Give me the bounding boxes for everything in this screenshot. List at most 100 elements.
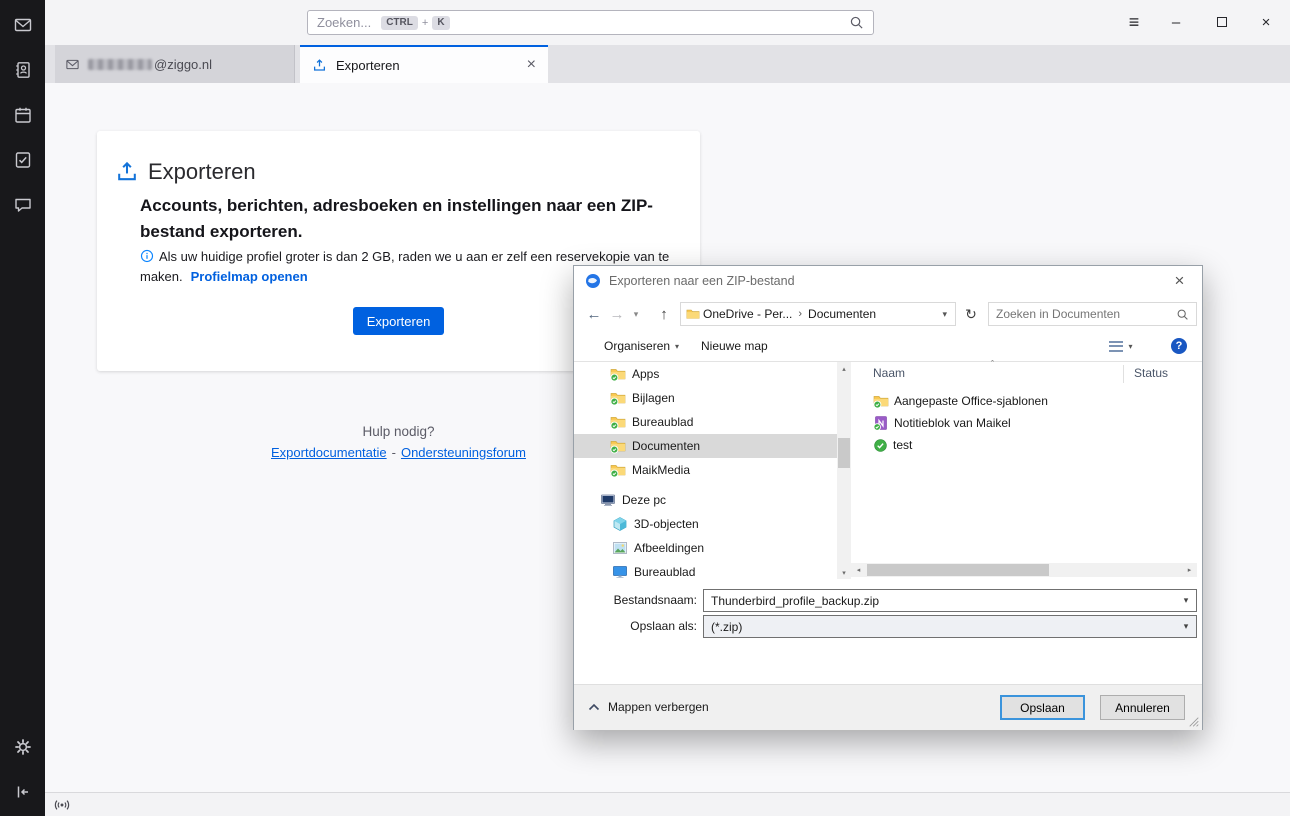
tree-item-apps[interactable]: Apps — [574, 362, 837, 386]
tasks-space-icon[interactable] — [2, 139, 43, 180]
global-search-input[interactable]: Zoeken... CTRL + K — [307, 10, 874, 35]
scroll-right-icon[interactable]: ▸ — [1183, 563, 1196, 577]
collapse-spaces-icon[interactable] — [2, 771, 43, 812]
ctrl-key-badge: CTRL — [381, 15, 418, 30]
chat-space-icon[interactable] — [2, 184, 43, 225]
dialog-titlebar[interactable]: Exporteren naar een ZIP-bestand × — [574, 266, 1202, 296]
account-mail-icon — [65, 57, 80, 72]
file-row-test[interactable]: test — [851, 434, 1197, 456]
mail-space-icon[interactable] — [2, 4, 43, 45]
export-button[interactable]: Exporteren — [353, 307, 444, 335]
tab-mail-account[interactable]: @ziggo.nl — [55, 45, 295, 83]
scroll-down-icon[interactable]: ▾ — [837, 566, 851, 579]
address-dropdown-icon[interactable]: ▾ — [939, 309, 950, 320]
filename-value: Thunderbird_profile_backup.zip — [711, 593, 880, 608]
folder-tree: Apps Bijlagen Bureaublad Documenten Maik… — [574, 362, 837, 579]
tree-item-3d-objecten[interactable]: 3D-objecten — [574, 512, 837, 536]
tree-scrollbar[interactable]: ▴ ▾ — [837, 362, 851, 579]
file-row-office-sjablonen[interactable]: Aangepaste Office-sjablonen — [851, 390, 1197, 412]
resize-grip[interactable] — [1188, 716, 1200, 728]
app-menu-icon[interactable]: ≡ — [1118, 7, 1150, 37]
tree-item-bureaublad[interactable]: Bureaublad — [574, 410, 837, 434]
scroll-left-icon[interactable]: ◂ — [852, 563, 865, 577]
column-divider — [1123, 365, 1124, 383]
help-button[interactable]: ? — [1170, 332, 1188, 360]
maximize-icon[interactable] — [1206, 7, 1238, 37]
column-header-status[interactable]: Status — [1134, 366, 1168, 380]
history-dropdown-icon[interactable]: ▾ — [628, 297, 644, 331]
tab-exporteren[interactable]: Exporteren × — [300, 45, 548, 83]
saveas-dropdown-icon[interactable]: ▾ — [1177, 617, 1195, 636]
view-list-icon — [1109, 340, 1124, 352]
redacted-account-name — [88, 58, 152, 70]
filename-dropdown-icon[interactable]: ▾ — [1177, 591, 1195, 610]
support-forum-link[interactable]: Ondersteuningsforum — [401, 445, 526, 460]
change-view-button[interactable]: ▾ — [1106, 332, 1136, 360]
help-separator: - — [391, 445, 396, 460]
chevron-down-icon: ▾ — [675, 341, 680, 351]
page-title: Exporteren — [148, 159, 256, 184]
file-list: ˆ Naam Status Aangepaste Office-sjablone… — [851, 359, 1197, 579]
breadcrumb-separator-icon: › — [798, 308, 803, 320]
network-status-icon[interactable] — [53, 796, 71, 814]
up-folder-icon[interactable]: ↑ — [652, 297, 676, 331]
dialog-navigation: ← → ▾ ↑ OneDrive - Per... › Documenten ▾… — [574, 297, 1202, 331]
folder-synced-icon — [610, 438, 626, 454]
3d-objects-icon — [612, 516, 628, 532]
tab-close-icon[interactable]: × — [527, 57, 536, 73]
column-header-naam[interactable]: Naam — [873, 366, 905, 380]
export-documentation-link[interactable]: Exportdocumentatie — [271, 445, 387, 460]
tree-item-bijlagen[interactable]: Bijlagen — [574, 386, 837, 410]
organize-button[interactable]: Organiseren ▾ — [604, 332, 679, 360]
chevron-down-icon: ▾ — [1128, 341, 1133, 351]
tree-scrollbar-thumb[interactable] — [838, 438, 850, 468]
tree-item-deze-pc[interactable]: Deze pc — [574, 488, 837, 512]
desktop-icon — [612, 564, 628, 579]
breadcrumb-documenten[interactable]: Documenten — [805, 307, 879, 321]
profile-folder-link[interactable]: Profielmap openen — [191, 269, 308, 284]
synced-check-icon — [873, 438, 888, 453]
calendar-space-icon[interactable] — [2, 94, 43, 135]
chevron-up-icon — [588, 703, 600, 711]
export-tab-label: Exporteren — [336, 57, 400, 73]
tree-item-documenten[interactable]: Documenten — [574, 434, 837, 458]
dialog-search-placeholder: Zoeken in Documenten — [996, 307, 1121, 321]
close-icon[interactable]: × — [1250, 7, 1282, 37]
filename-input[interactable]: Thunderbird_profile_backup.zip ▾ — [703, 589, 1197, 612]
new-folder-button[interactable]: Nieuwe map — [701, 332, 768, 360]
dialog-footer: Mappen verbergen Opslaan Annuleren — [574, 684, 1202, 730]
sort-ascending-icon: ˆ — [991, 359, 994, 369]
scroll-up-icon[interactable]: ▴ — [837, 362, 851, 375]
minimize-icon[interactable]: – — [1160, 7, 1192, 37]
back-icon[interactable]: ← — [582, 297, 606, 331]
file-list-horizontal-scrollbar[interactable]: ◂ ▸ — [851, 563, 1197, 577]
file-row-notitieblok[interactable]: Notitieblok van Maikel — [851, 412, 1197, 434]
tree-item-maikmedia[interactable]: MaikMedia — [574, 458, 837, 482]
horizontal-scrollbar-thumb[interactable] — [867, 564, 1049, 576]
tree-item-bureaublad-pc[interactable]: Bureaublad — [574, 560, 837, 579]
dialog-title: Exporteren naar een ZIP-bestand — [609, 274, 795, 288]
saveas-select[interactable]: (*.zip) ▾ — [703, 615, 1197, 638]
address-bar[interactable]: OneDrive - Per... › Documenten ▾ — [680, 302, 956, 326]
folder-synced-icon — [610, 462, 626, 478]
save-button[interactable]: Opslaan — [1000, 695, 1085, 720]
dialog-search-input[interactable]: Zoeken in Documenten — [988, 302, 1197, 326]
addressbook-space-icon[interactable] — [2, 49, 43, 90]
refresh-icon[interactable]: ↻ — [960, 297, 982, 331]
hide-folders-button[interactable]: Mappen verbergen — [588, 700, 709, 714]
tab-bar: @ziggo.nl Exporteren × — [45, 45, 1290, 83]
k-key-badge: K — [432, 15, 450, 30]
help-icon: ? — [1171, 338, 1187, 354]
saveas-label: Opslaan als: — [630, 619, 697, 633]
folder-synced-icon — [610, 366, 626, 382]
breadcrumb-onedrive[interactable]: OneDrive - Per... — [700, 307, 795, 321]
tree-item-afbeeldingen[interactable]: Afbeeldingen — [574, 536, 837, 560]
folder-synced-icon — [873, 393, 889, 409]
cancel-button[interactable]: Annuleren — [1100, 695, 1185, 720]
filename-label: Bestandsnaam: — [613, 593, 697, 607]
folder-synced-icon — [610, 414, 626, 430]
computer-icon — [600, 492, 616, 508]
forward-icon[interactable]: → — [606, 297, 628, 331]
dialog-close-icon[interactable]: × — [1157, 266, 1202, 295]
settings-gear-icon[interactable] — [2, 726, 43, 767]
